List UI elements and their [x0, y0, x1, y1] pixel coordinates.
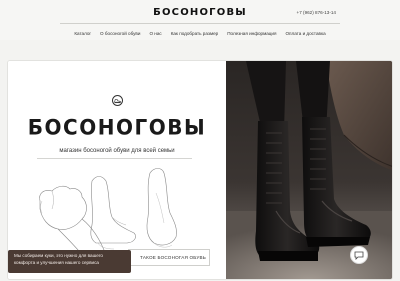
nav-item-catalog[interactable]: Каталог [74, 31, 91, 36]
nav-item-payment-delivery[interactable]: Оплата и доставка [285, 31, 325, 36]
main-nav: Каталог О босоногой обуви О нас Как подо… [0, 31, 400, 36]
feet-sketch-illustration [39, 168, 177, 258]
header-divider [60, 23, 340, 24]
what-is-barefoot-button[interactable]: ТАКОЕ БОСОНОГАЯ ОБУВЬ [128, 249, 210, 266]
chat-button[interactable] [350, 246, 368, 264]
nav-item-size-guide[interactable]: Как подобрать размер [171, 31, 219, 36]
phone-number[interactable]: +7 (962) 876-13-14 [297, 10, 336, 15]
hero-left-panel: БОСОНОГОВЫ магазин босоногой обуви для в… [8, 61, 226, 279]
site-logo[interactable]: БОСОНОГОВЫ [0, 7, 400, 18]
nav-item-about-us[interactable]: О нас [149, 31, 161, 36]
hero-brand-title: БОСОНОГОВЫ [27, 114, 207, 140]
chat-bubble-icon [354, 251, 364, 260]
nav-item-useful-info[interactable]: Полезная информация [227, 31, 276, 36]
shoe-emblem-icon [112, 95, 123, 106]
nav-item-about-barefoot[interactable]: О босоногой обуви [100, 31, 140, 36]
tagline-divider [37, 158, 192, 159]
cookie-notice[interactable]: Мы собираем куки, это нужно для вашего к… [8, 250, 131, 273]
hero-tagline: магазин босоногой обуви для всей семьи [59, 148, 175, 154]
leather-boots-photo [226, 61, 392, 279]
hero-card: БОСОНОГОВЫ магазин босоногой обуви для в… [7, 60, 393, 280]
site-header: БОСОНОГОВЫ +7 (962) 876-13-14 Каталог О … [0, 0, 400, 40]
